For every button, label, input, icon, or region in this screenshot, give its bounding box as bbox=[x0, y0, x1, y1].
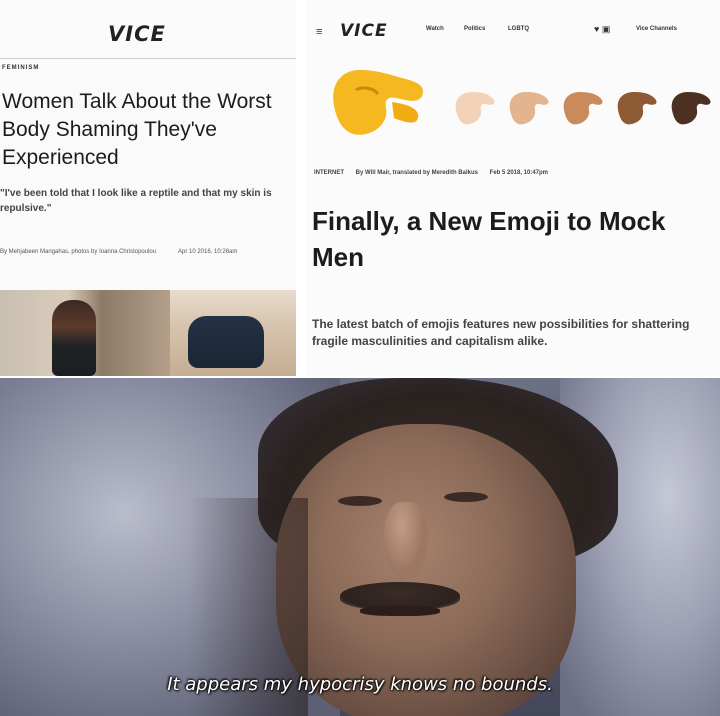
byline-text: By Mehjabeen Mangahas, photos by Ioanna … bbox=[0, 249, 157, 255]
pinching-hand-light-icon bbox=[455, 92, 495, 125]
left-eye bbox=[338, 496, 382, 506]
movie-still: It appears my hypocrisy knows no bounds. bbox=[0, 378, 720, 716]
social-icons[interactable]: ♥ ▣ bbox=[594, 24, 610, 35]
woman-figure bbox=[52, 300, 96, 376]
right-article-panel: ≡ VICE Watch Politics LGBTQ ♥ ▣ Vice Cha… bbox=[306, 0, 720, 376]
article-dek: "I've been told that I look like a repti… bbox=[0, 188, 272, 214]
right-eye bbox=[444, 492, 488, 502]
pinching-hand-medium-dark-icon bbox=[617, 92, 657, 125]
article-headline[interactable]: Women Talk About the Worst Body Shaming … bbox=[2, 88, 294, 172]
subtitle-caption: It appears my hypocrisy knows no bounds. bbox=[167, 674, 553, 695]
hamburger-menu-icon[interactable]: ≡ bbox=[316, 26, 322, 38]
section-label: FEMINISM bbox=[2, 65, 40, 71]
divider-line bbox=[0, 58, 296, 59]
vice-logo: VICE bbox=[108, 22, 166, 46]
photo-shorts bbox=[170, 290, 296, 376]
nav-link-politics[interactable]: Politics bbox=[464, 26, 485, 32]
screenshot-panels: VICE FEMINISM Women Talk About the Worst… bbox=[0, 0, 720, 376]
article-meta: INTERNET By Will Mair, translated by Mer… bbox=[314, 170, 720, 176]
pinching-hand-medium-light-icon bbox=[509, 92, 549, 125]
article-date: Feb 5 2018, 10:47pm bbox=[489, 170, 549, 176]
panel-divider bbox=[296, 0, 306, 376]
article-images bbox=[0, 290, 296, 376]
left-article-panel: VICE FEMINISM Women Talk About the Worst… bbox=[0, 0, 296, 376]
face bbox=[276, 424, 576, 716]
meme-image: VICE FEMINISM Women Talk About the Worst… bbox=[0, 0, 720, 716]
mouth bbox=[360, 606, 440, 616]
vice-channels-link[interactable]: Vice Channels bbox=[636, 26, 677, 32]
nose bbox=[384, 502, 428, 580]
pinching-hand-emoji bbox=[333, 70, 424, 135]
photo-woman bbox=[0, 290, 170, 376]
nav-link-lgbtq[interactable]: LGBTQ bbox=[508, 26, 529, 32]
article-dek: The latest batch of emojis features new … bbox=[312, 317, 690, 348]
article-date: Apr 10 2016, 10:26am bbox=[178, 249, 238, 255]
pinching-hand-dark-icon bbox=[671, 92, 711, 125]
vice-logo[interactable]: VICE bbox=[340, 21, 388, 41]
article-headline[interactable]: Finally, a New Emoji to Mock Men bbox=[312, 203, 718, 275]
site-nav: ≡ VICE Watch Politics LGBTQ ♥ ▣ Vice Cha… bbox=[306, 18, 720, 42]
article-byline: By Mehjabeen Mangahas, photos by Ioanna … bbox=[0, 246, 292, 258]
section-label[interactable]: INTERNET bbox=[314, 170, 344, 176]
nav-link-watch[interactable]: Watch bbox=[426, 26, 444, 32]
pinching-hand-medium-icon bbox=[563, 92, 603, 125]
byline-text: By Will Mair, translated by Meredith Bal… bbox=[355, 170, 478, 176]
shorts-shape bbox=[188, 316, 264, 368]
